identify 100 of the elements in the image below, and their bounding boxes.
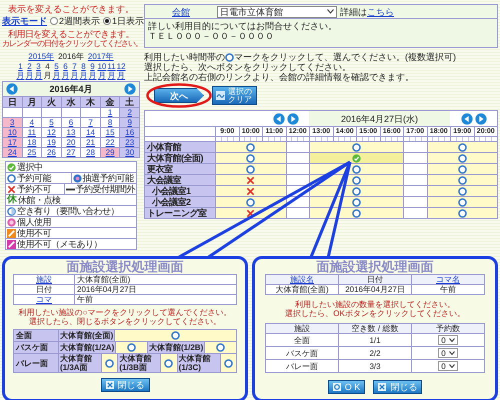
calendar-day[interactable]: 27 (62, 148, 80, 157)
hint-text: カレンダーの日付をクリックしてください。 (2, 39, 140, 49)
month-link[interactable]: 4 月 (43, 62, 52, 80)
calendar-day[interactable]: 16 (120, 128, 139, 137)
time-slot[interactable] (426, 185, 497, 196)
circle-icon (458, 164, 467, 174)
group-label: バスケ面 (16, 343, 48, 352)
calendar-day[interactable]: 12 (42, 128, 61, 137)
calendar-day[interactable]: 26 (42, 148, 61, 157)
circle-icon (458, 154, 467, 162)
calendar-day[interactable]: 8 (100, 118, 120, 127)
dialog-title: 面施設選択処理画面 (66, 259, 184, 274)
clear-button[interactable]: 選択のクリア (212, 86, 257, 105)
calendar-day[interactable]: 20 (62, 138, 80, 147)
month-link[interactable]: 7 月 (70, 62, 78, 80)
calendar-day[interactable]: 25 (22, 148, 42, 157)
group-label: 全面 (16, 331, 32, 340)
time-slot[interactable] (215, 152, 286, 163)
radio-circle-icon[interactable] (127, 343, 136, 352)
calendar-day[interactable]: 1 (100, 108, 120, 117)
circle-icon (332, 383, 341, 391)
radio-circle-icon[interactable] (164, 358, 174, 368)
calendar-day[interactable]: 23 (120, 138, 139, 147)
calendar-day[interactable]: 17 (3, 138, 22, 147)
facility-row-label: 大会議室 (145, 174, 215, 185)
radio-circle-icon[interactable] (105, 358, 114, 368)
month-link[interactable]: 6 月 (61, 62, 70, 80)
radio-button[interactable] (103, 17, 112, 25)
time-slot[interactable] (426, 152, 497, 163)
calendar-day[interactable]: 10 (3, 128, 22, 137)
calendar-day[interactable]: 3 (3, 118, 22, 127)
info-text: 詳しい利用目的についてはお問合せください。 (148, 21, 338, 31)
weekday-header: 月 (22, 97, 42, 107)
calendar-day[interactable]: 24 (3, 148, 22, 157)
month-link[interactable]: 12 月 (116, 62, 126, 80)
radio-button[interactable] (50, 17, 58, 25)
time-slot[interactable] (215, 141, 286, 152)
facility-row-label: 小体育館 (145, 141, 215, 152)
month-link[interactable]: 3 月 (34, 62, 42, 80)
count-select[interactable]: 0 (438, 348, 458, 358)
calendar-day[interactable]: 29 (100, 148, 120, 157)
circle-icon (352, 186, 361, 196)
year-link[interactable]: 2016年 (58, 52, 84, 61)
calendar-day[interactable]: 13 (62, 128, 80, 137)
time-slot[interactable] (309, 207, 403, 218)
calendar-day[interactable]: 30 (120, 148, 139, 157)
count-select[interactable]: 0 (438, 361, 458, 371)
time-slot[interactable] (215, 163, 286, 174)
time-slot[interactable] (426, 196, 497, 207)
time-slot[interactable] (215, 196, 286, 207)
calendar-day[interactable]: 9 (120, 118, 139, 127)
calendar-day[interactable]: 14 (81, 128, 100, 137)
calendar-day[interactable]: 11 (22, 128, 42, 137)
time-slot (286, 174, 309, 185)
count-select[interactable]: 0 (438, 335, 458, 345)
circle-icon (352, 198, 361, 206)
detail-link[interactable]: こちら (367, 6, 394, 16)
calendar-day[interactable]: 28 (81, 148, 100, 157)
time-slot[interactable] (426, 207, 497, 218)
calendar-day[interactable]: 15 (100, 128, 120, 137)
calendar-day[interactable]: 5 (42, 118, 61, 127)
radio-circle-icon[interactable] (216, 343, 226, 352)
time-slot[interactable] (309, 196, 403, 207)
calendar-day[interactable]: 4 (22, 118, 42, 127)
radio-circle-icon[interactable] (224, 358, 233, 368)
calendar-day[interactable]: 18 (22, 138, 42, 147)
cross-icon (246, 186, 256, 196)
facility-row-label: 小会議室2 (145, 196, 215, 207)
radio-circle-icon[interactable] (171, 331, 180, 340)
detail-label: 詳細は (340, 6, 367, 16)
year-link[interactable]: 2017年 (88, 52, 114, 61)
legend-label: 抽選予約可能 (82, 173, 134, 183)
month-link[interactable]: 8 月 (79, 62, 88, 80)
time-slot[interactable] (215, 174, 286, 185)
next-button[interactable]: 次へ (154, 88, 204, 103)
month-link[interactable]: 11 月 (107, 62, 116, 80)
time-slot[interactable] (309, 185, 403, 196)
legend-label: 使用不可 (17, 228, 51, 238)
facility-link[interactable]: 会館 (145, 6, 217, 16)
facility-name: バレー面 (286, 362, 318, 370)
availability-count: 1/1 (369, 336, 381, 344)
calendar-day[interactable]: 6 (62, 118, 80, 127)
calendar-day[interactable]: 19 (42, 138, 61, 147)
month-link[interactable]: 9 月 (88, 62, 96, 80)
time-slot[interactable] (309, 141, 403, 152)
month-link[interactable]: 1 月 (16, 62, 24, 80)
month-link[interactable]: 2 月 (25, 62, 34, 80)
time-slot[interactable] (426, 174, 497, 185)
facility-select[interactable]: 日電市立体育館 (217, 6, 337, 18)
month-link[interactable]: 5 月 (52, 62, 60, 80)
calendar-day[interactable]: 21 (81, 138, 100, 147)
time-slot[interactable] (426, 141, 497, 152)
time-slot[interactable] (215, 185, 286, 196)
calendar-day[interactable]: 2 (120, 108, 139, 117)
month-link[interactable]: 10 月 (97, 62, 106, 80)
mode-link[interactable]: 表示モード (2, 16, 47, 26)
calendar-day[interactable]: 22 (100, 138, 120, 147)
calendar-day[interactable]: 7 (81, 118, 100, 127)
time-slot[interactable] (426, 163, 497, 174)
year-link[interactable]: 2015年 (28, 52, 54, 61)
